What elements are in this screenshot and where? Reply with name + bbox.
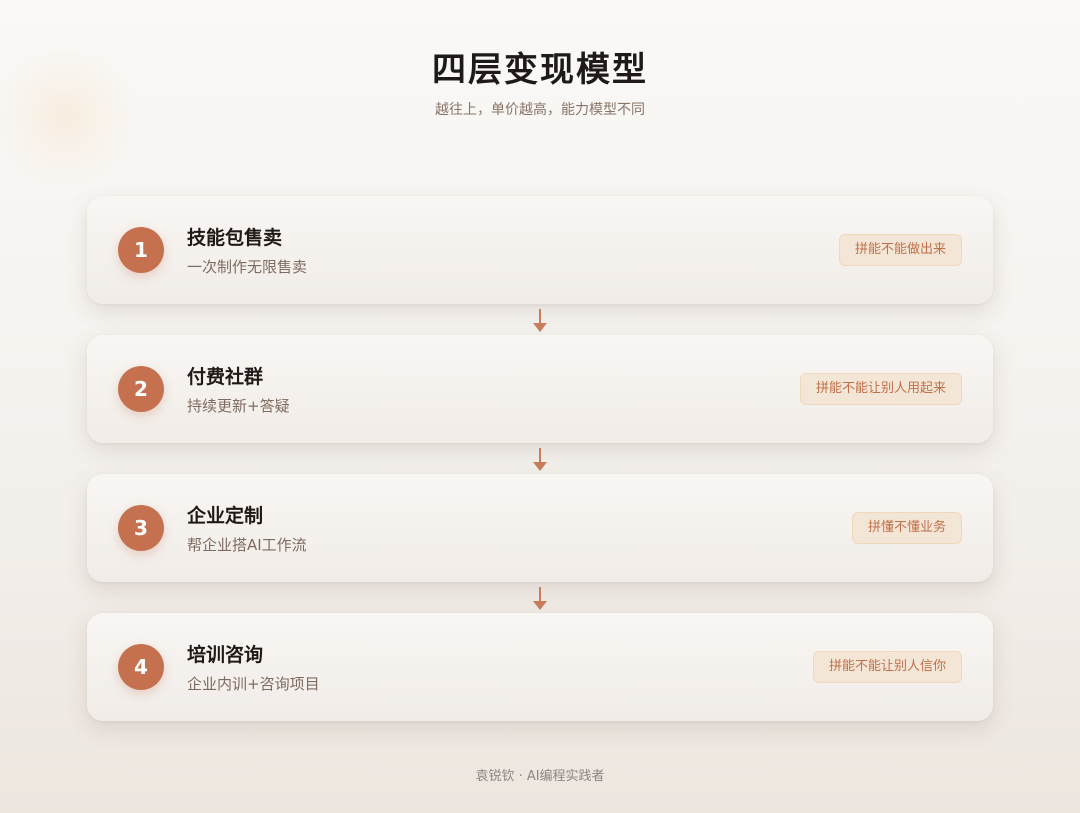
tier-title: 培训咨询 [187, 644, 264, 666]
tier-card-3: 3 企业定制 帮企业搭AI工作流 拼懂不懂业务 [87, 474, 993, 582]
arrow-head [533, 601, 547, 610]
footer-credit: 袁锐钦 · AI编程实践者 [475, 769, 605, 784]
tier-card-2: 2 付费社群 持续更新+答疑 拼能不能让别人用起来 [87, 335, 993, 443]
tier-card-4: 4 培训咨询 企业内训+咨询项目 拼能不能让别人信你 [87, 613, 993, 721]
page-subtitle: 越往上，单价越高，能力模型不同 [435, 102, 645, 118]
tier-card-1: 1 技能包售卖 一次制作无限售卖 拼能不能做出来 [87, 196, 993, 304]
tier-number-badge: 2 [118, 366, 164, 412]
tier-title: 付费社群 [187, 366, 264, 388]
tier-title: 企业定制 [187, 505, 264, 527]
tier-tag: 拼能不能让别人用起来 [799, 373, 962, 405]
page-title: 四层变现模型 [432, 50, 648, 90]
arrow-head [533, 462, 547, 471]
tier-list: 1 技能包售卖 一次制作无限售卖 拼能不能做出来 2 付费社群 持续更新+答疑 … [87, 196, 993, 721]
arrow-down-icon [87, 304, 993, 335]
tier-description: 持续更新+答疑 [187, 397, 290, 415]
arrow-head [533, 323, 547, 332]
tier-description: 一次制作无限售卖 [187, 258, 308, 276]
tier-tag: 拼能不能让别人信你 [812, 651, 962, 683]
tier-tag: 拼懂不懂业务 [851, 512, 962, 544]
tier-number-badge: 1 [118, 227, 164, 273]
arrow-down-icon [87, 582, 993, 613]
tier-number-badge: 3 [118, 505, 164, 551]
tier-title: 技能包售卖 [187, 227, 283, 249]
tier-tag: 拼能不能做出来 [838, 234, 962, 266]
tier-number-badge: 4 [118, 644, 164, 690]
tier-description: 企业内训+咨询项目 [187, 675, 320, 693]
arrow-down-icon [87, 443, 993, 474]
tier-description: 帮企业搭AI工作流 [187, 536, 307, 554]
